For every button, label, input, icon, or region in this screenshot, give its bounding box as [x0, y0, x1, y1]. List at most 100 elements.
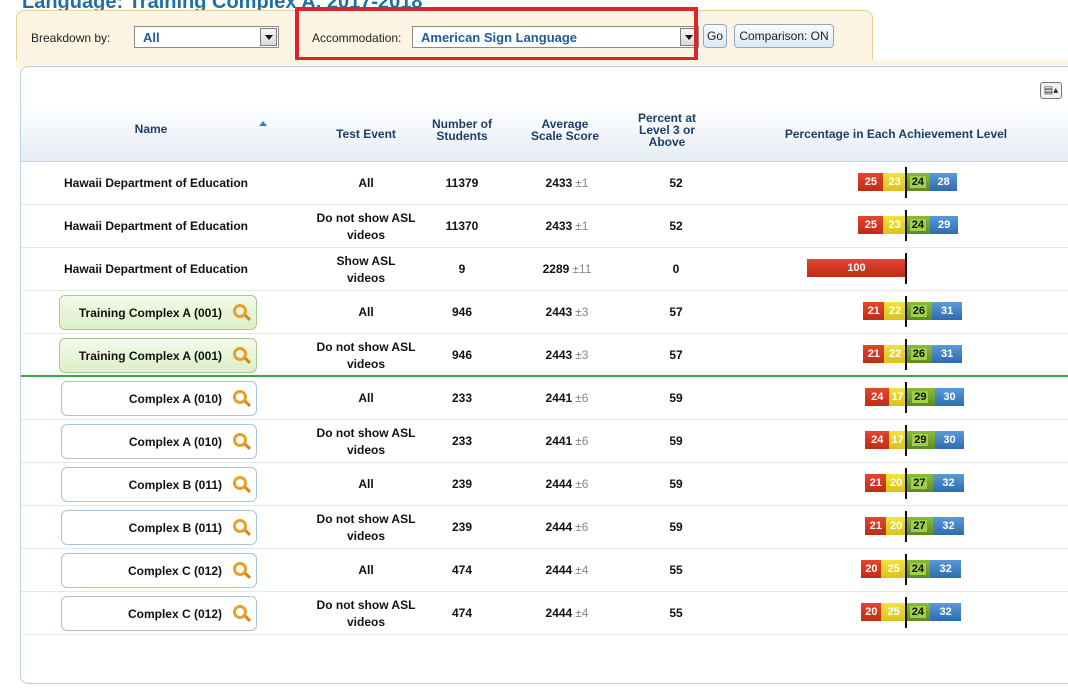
- level1-segment: 21: [863, 345, 885, 363]
- comparison-toggle-button[interactable]: Comparison: ON: [734, 24, 834, 48]
- level2-segment: 22: [884, 302, 906, 320]
- segment-label: 24: [871, 391, 884, 403]
- sort-ascending-icon[interactable]: [259, 121, 267, 126]
- segment-label: 20: [865, 606, 878, 618]
- level4-segment: 30: [934, 388, 965, 406]
- table-row: Complex B (011) Do not show ASL videos 239…: [21, 506, 1068, 549]
- header-avg-score[interactable]: Average Scale Score: [529, 118, 601, 142]
- chevron-down-icon[interactable]: [260, 28, 277, 46]
- segment-label: 30: [943, 434, 956, 446]
- level2-segment: 20: [886, 474, 906, 492]
- go-button[interactable]: Go: [703, 24, 727, 48]
- segment-label: 24: [909, 606, 926, 618]
- level3-segment: 24: [906, 173, 930, 191]
- level1-segment: 20: [861, 603, 882, 621]
- level1-segment: 25: [858, 173, 884, 191]
- achievement-bar: 21 20 27 32: [21, 463, 1068, 506]
- level3-segment: 26: [906, 302, 932, 320]
- level3-threshold-line: [905, 554, 907, 585]
- level4-segment: 32: [932, 474, 965, 492]
- segment-label: 32: [939, 563, 952, 575]
- header-test-event[interactable]: Test Event: [321, 128, 411, 140]
- achievement-bar: 100: [21, 248, 1068, 291]
- segment-label: 22: [888, 348, 902, 360]
- level4-segment: 29: [929, 216, 959, 234]
- table-header: Name Test Event Number of Students Avera…: [21, 104, 1068, 162]
- level3-threshold-line: [905, 425, 907, 456]
- table-row: Training Complex A (001) All 946 2443 ±3 57 21…: [21, 291, 1068, 334]
- segment-label: 21: [869, 477, 882, 489]
- table-row: Hawaii Department of Education All 11379 24…: [21, 162, 1068, 205]
- level4-segment: 32: [932, 517, 965, 535]
- segment-label: 20: [865, 563, 878, 575]
- level3-threshold-line: [905, 253, 907, 284]
- segment-label: 29: [937, 219, 951, 231]
- level1-segment: 21: [863, 302, 885, 320]
- column-menu-icon[interactable]: ▤▴: [1040, 82, 1062, 99]
- level3-threshold-line: [905, 468, 907, 499]
- level3-threshold-line: [905, 210, 907, 241]
- table-row: Complex A (010) Do not show ASL videos 233…: [21, 420, 1068, 463]
- segment-label: 20: [889, 520, 903, 532]
- table-row: Complex C (012) Do not show ASL videos 474…: [21, 592, 1068, 635]
- level1-segment: 21: [865, 517, 887, 535]
- level1-segment: 24: [865, 388, 890, 406]
- segment-label: 21: [867, 305, 880, 317]
- achievement-bar: 24 17 29 30: [21, 420, 1068, 463]
- segment-label: 27: [911, 520, 928, 532]
- segment-label: 32: [939, 606, 952, 618]
- level1-segment: 21: [865, 474, 887, 492]
- segment-label: 23: [888, 219, 901, 231]
- level3-segment: 24: [906, 216, 930, 234]
- segment-label: 25: [864, 219, 877, 231]
- level4-segment: 31: [931, 302, 963, 320]
- level2-segment: 23: [883, 173, 906, 191]
- level3-segment: 26: [906, 345, 932, 363]
- header-name[interactable]: Name: [61, 123, 241, 135]
- level3-threshold-line: [905, 382, 907, 413]
- accommodation-highlight-box: [295, 7, 698, 61]
- segment-label: 17: [891, 391, 904, 403]
- segment-label: 24: [909, 563, 926, 575]
- achievement-bar: 20 25 24 32: [21, 549, 1068, 592]
- level4-segment: 32: [929, 603, 962, 621]
- level3-threshold-line: [905, 511, 907, 542]
- level4-segment: 28: [929, 173, 958, 191]
- table-row: Complex A (010) All 233 2441 ±6 59 24 17 29 30: [21, 377, 1068, 420]
- level2-segment: 17: [889, 431, 906, 449]
- table-row: Training Complex A (001) Do not show ASL …: [21, 334, 1068, 377]
- level3-threshold-line: [905, 296, 907, 327]
- segment-label: 31: [940, 305, 954, 317]
- table-row: Hawaii Department of Education Do not sho…: [21, 205, 1068, 248]
- breakdown-select[interactable]: All: [134, 26, 279, 48]
- table-row: Complex B (011) All 239 2444 ±6 59 21 20 27 32: [21, 463, 1068, 506]
- level2-segment: 17: [889, 388, 906, 406]
- segment-label: 20: [889, 477, 903, 489]
- level3-segment: 29: [906, 431, 935, 449]
- achievement-bar: 25 23 24 28: [21, 162, 1068, 205]
- achievement-bar: 25 23 24 29: [21, 205, 1068, 248]
- level2-segment: 25: [881, 603, 906, 621]
- header-students[interactable]: Number of Students: [429, 118, 495, 142]
- table-row: Complex C (012) All 474 2444 ±4 55 20 25 24 32: [21, 549, 1068, 592]
- achievement-bar: 21 22 26 31: [21, 291, 1068, 334]
- level3-threshold-line: [905, 597, 907, 628]
- segment-label: 25: [887, 563, 900, 575]
- segment-label: 23: [888, 176, 901, 188]
- header-pct-levels[interactable]: Percentage in Each Achievement Level: [741, 128, 1051, 140]
- table-row: Hawaii Department of Education Show ASL v…: [21, 248, 1068, 291]
- segment-label: 17: [891, 434, 904, 446]
- level1-segment: 20: [861, 560, 882, 578]
- segment-label: 24: [871, 434, 884, 446]
- achievement-bar: 24 17 29 30: [21, 377, 1068, 420]
- level3-segment: 24: [906, 560, 930, 578]
- level1-segment: 25: [858, 216, 884, 234]
- level1-segment: 24: [865, 431, 890, 449]
- level4-segment: 32: [929, 560, 962, 578]
- segment-label: 32: [942, 477, 955, 489]
- achievement-bar: 21 20 27 32: [21, 506, 1068, 549]
- header-pct-level3[interactable]: Percent at Level 3 or Above: [627, 112, 707, 148]
- level2-segment: 20: [886, 517, 906, 535]
- level2-segment: 25: [881, 560, 906, 578]
- segment-label: 29: [912, 434, 929, 446]
